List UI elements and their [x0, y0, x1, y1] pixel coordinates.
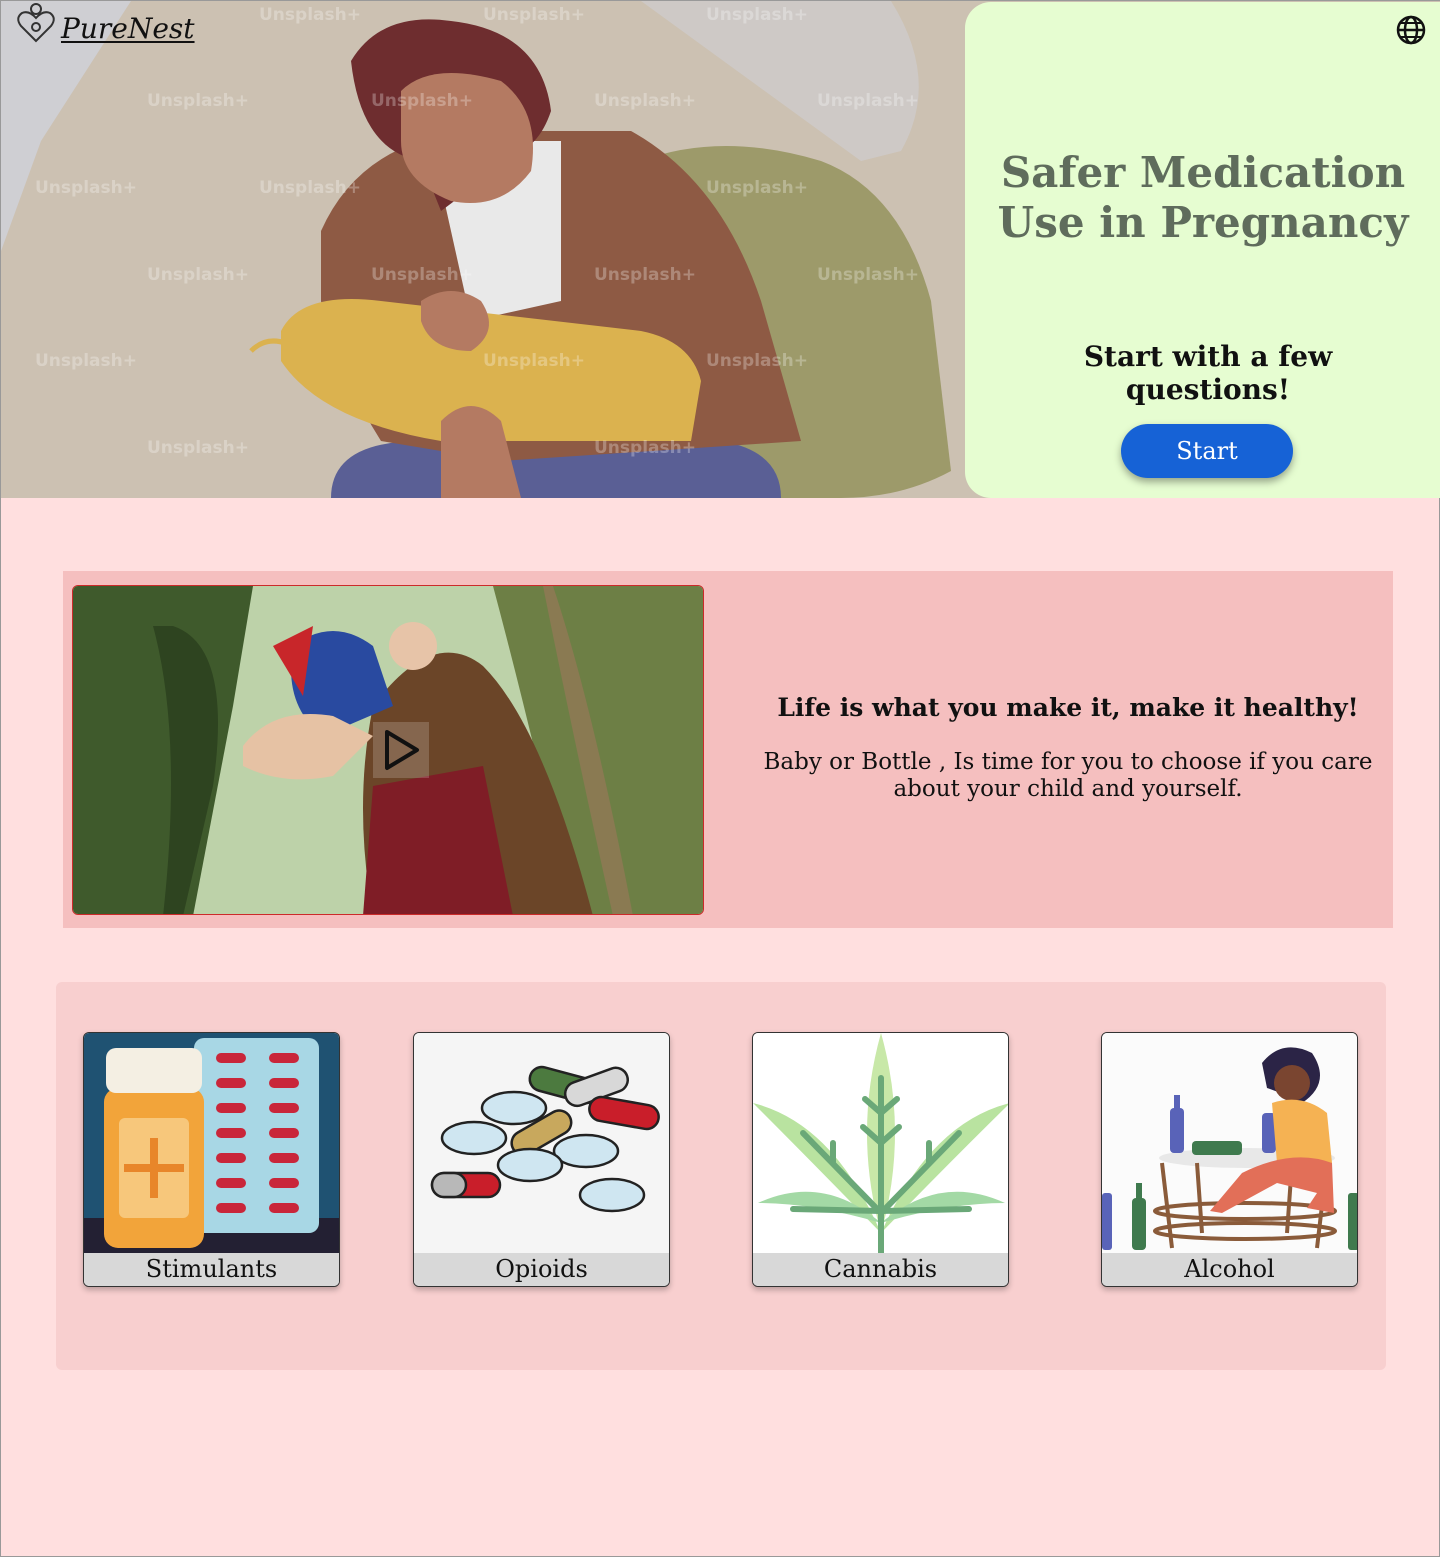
globe-icon[interactable]	[1395, 14, 1427, 46]
video-heading: Life is what you make it, make it health…	[777, 693, 1359, 722]
watermark: Unsplash+	[35, 351, 137, 371]
category-card-cannabis[interactable]: Cannabis	[752, 1032, 1009, 1287]
play-button[interactable]	[373, 722, 429, 778]
category-card-stimulants[interactable]: Stimulants	[83, 1032, 340, 1287]
page-title: Safer Medication Use in Pregnancy	[997, 148, 1409, 247]
category-label: Stimulants	[84, 1253, 339, 1286]
watermark: Unsplash+	[259, 5, 361, 25]
heart-baby-icon	[17, 3, 55, 43]
watermark: Unsplash+	[594, 91, 696, 111]
category-label: Opioids	[414, 1253, 669, 1286]
watermark: Unsplash+	[371, 265, 473, 285]
watermark: Unsplash+	[817, 265, 919, 285]
video-player[interactable]	[72, 585, 704, 915]
alcohol-bottles-icon	[1102, 1033, 1357, 1255]
play-icon	[385, 730, 419, 770]
video-section: Life is what you make it, make it health…	[63, 571, 1393, 928]
watermark: Unsplash+	[371, 91, 473, 111]
watermark: Unsplash+	[259, 178, 361, 198]
hero-subtitle: Start with a few questions!	[1083, 340, 1333, 406]
category-label: Alcohol	[1102, 1253, 1357, 1286]
category-card-opioids[interactable]: Opioids	[413, 1032, 670, 1287]
category-label: Cannabis	[753, 1253, 1008, 1286]
video-description: Baby or Bottle , Is time for you to choo…	[763, 749, 1373, 802]
watermark: Unsplash+	[483, 351, 585, 371]
watermark: Unsplash+	[817, 91, 919, 111]
watermark: Unsplash+	[147, 91, 249, 111]
watermark: Unsplash+	[706, 5, 808, 25]
watermark: Unsplash+	[594, 438, 696, 458]
watermark: Unsplash+	[706, 351, 808, 371]
watermark: Unsplash+	[706, 178, 808, 198]
brand-name: PureNest	[61, 11, 195, 45]
watermark: Unsplash+	[594, 265, 696, 285]
watermark: Unsplash+	[147, 438, 249, 458]
category-card-alcohol[interactable]: Alcohol	[1101, 1032, 1358, 1287]
pill-bottle-icon	[84, 1033, 339, 1255]
start-button[interactable]: Start	[1121, 424, 1293, 478]
substance-categories: Stimulants Opioids Cannabis Alcohol	[56, 982, 1386, 1370]
hero-banner: Unsplash+ Unsplash+ Unsplash+ Unsplash+ …	[1, 1, 1440, 498]
watermark: Unsplash+	[483, 5, 585, 25]
cannabis-leaf-icon	[753, 1033, 1008, 1255]
hero-panel: Safer Medication Use in Pregnancy Start …	[965, 2, 1440, 498]
pills-icon	[414, 1033, 669, 1255]
watermark: Unsplash+	[147, 265, 249, 285]
watermark: Unsplash+	[35, 178, 137, 198]
brand-logo[interactable]: PureNest	[15, 1, 195, 45]
